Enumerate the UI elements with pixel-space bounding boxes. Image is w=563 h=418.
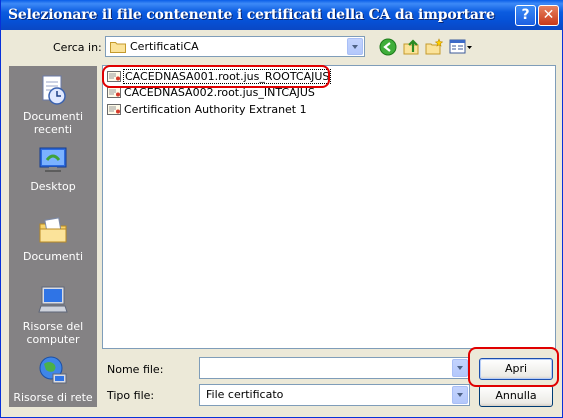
filetype-label: Tipo file: [107, 389, 155, 402]
certificate-icon [107, 104, 121, 115]
up-folder-icon[interactable] [402, 38, 420, 56]
close-button[interactable]: ✕ [538, 5, 559, 26]
place-label: Documenti [22, 250, 84, 263]
new-folder-icon[interactable] [425, 38, 443, 56]
places-bar: Documenti recenti Desktop Documenti Riso… [9, 66, 97, 407]
filename-input[interactable] [199, 357, 470, 379]
file-list[interactable]: CACEDNASA001.root.jus_ROOTCAJUS CACEDNAS… [102, 65, 556, 349]
lookin-value: CertificatiCA [130, 40, 199, 53]
desktop-icon [39, 147, 67, 172]
place-desktop[interactable]: Desktop [9, 144, 97, 193]
back-icon[interactable] [379, 38, 397, 56]
network-places-icon [39, 356, 67, 384]
filetype-value: File certificato [206, 388, 284, 401]
filename-dropdown-arrow[interactable] [452, 359, 468, 377]
place-recent-documents[interactable]: Documenti recenti [9, 74, 97, 136]
place-my-documents[interactable]: Documenti [9, 214, 97, 263]
file-open-dialog: Selezionare il file contenente i certifi… [0, 0, 563, 418]
lookin-combo[interactable]: CertificatiCA [105, 36, 365, 57]
filetype-dropdown-arrow[interactable] [452, 386, 468, 404]
view-menu-icon[interactable] [449, 38, 473, 56]
place-network[interactable]: Risorse di rete [9, 355, 97, 404]
file-name: Certification Authority Extranet 1 [124, 103, 307, 116]
my-computer-icon [38, 286, 68, 313]
place-label: Risorse di rete [13, 391, 93, 404]
annotation-highlight-open [468, 347, 559, 387]
place-label: Risorse del computer [22, 320, 84, 346]
lookin-dropdown-arrow[interactable] [347, 38, 363, 55]
title-bar[interactable]: Selezionare il file contenente i certifi… [1, 0, 563, 30]
filename-label: Nome file: [107, 363, 164, 376]
filetype-select[interactable]: File certificato [199, 384, 470, 406]
my-documents-icon [39, 217, 67, 243]
place-label: Documenti recenti [22, 110, 84, 136]
certificate-icon [107, 87, 121, 98]
lookin-label: Cerca in: [53, 41, 102, 54]
recent-documents-icon [42, 75, 66, 105]
help-button[interactable]: ? [515, 5, 536, 26]
folder-icon [110, 42, 126, 53]
place-my-computer[interactable]: Risorse del computer [9, 284, 97, 346]
place-label: Desktop [30, 180, 76, 193]
annotation-highlight-file [102, 65, 330, 88]
cancel-button[interactable]: Annulla [479, 385, 553, 407]
window-title: Selezionare il file contenente i certifi… [8, 7, 495, 23]
